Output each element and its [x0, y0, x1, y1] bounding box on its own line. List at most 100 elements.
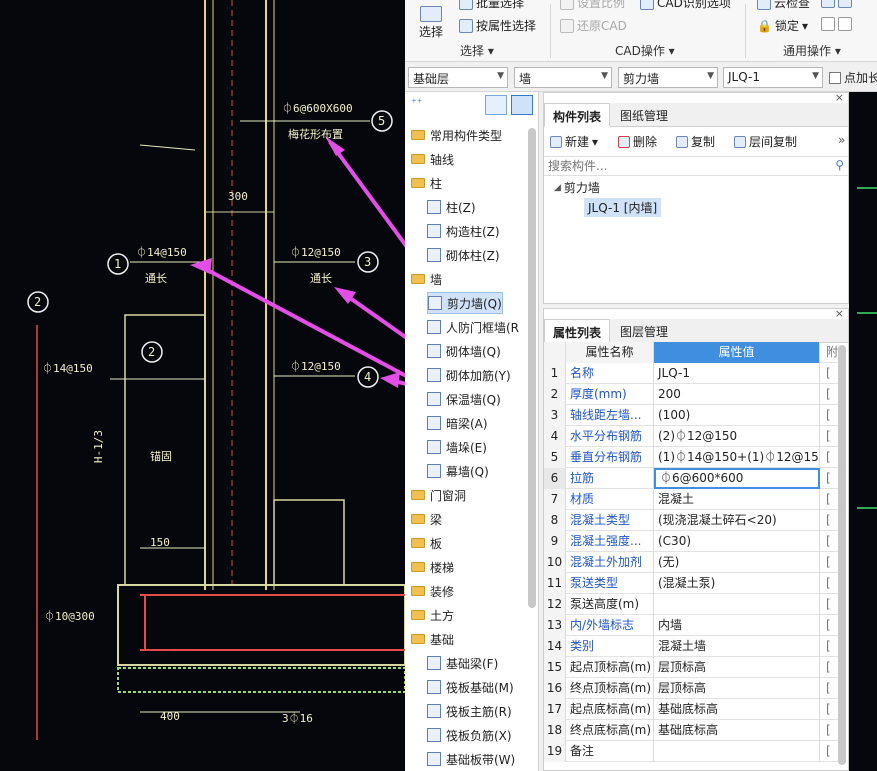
select-button[interactable]: 选择 [419, 6, 443, 40]
tree-item[interactable]: 板 [411, 532, 442, 554]
property-value[interactable]: (无) [654, 552, 820, 573]
tree-item[interactable]: 砌体柱(Z) [427, 244, 500, 266]
tree-item[interactable]: 筏板主筋(R) [427, 700, 512, 722]
table-row[interactable]: 18 终点底标高(m) 基础底标高[ [544, 720, 840, 741]
table-row[interactable]: 7 材质 混凝土[ [544, 489, 840, 510]
property-value[interactable]: (混凝土泵) [654, 573, 820, 594]
card-view-icon[interactable] [511, 95, 533, 115]
tree-item[interactable]: 筏板基础(M) [427, 676, 514, 698]
table-row[interactable]: 15 起点顶标高(m) 层顶标高[ [544, 657, 840, 678]
tab-component-list[interactable]: 构件列表 [544, 103, 611, 127]
component-item-jlq1[interactable]: JLQ-1 [内墙] [584, 198, 662, 217]
property-value[interactable]: (100) [654, 405, 820, 426]
table-row[interactable]: 6 拉筋 ⏀6@600*600[ [544, 468, 840, 489]
tree-item[interactable]: 幕墙(Q) [427, 460, 489, 482]
attach-checkbox[interactable]: [ [820, 636, 840, 657]
tree-item[interactable]: 人防门框墙(R [427, 316, 519, 338]
table-row[interactable]: 13 内/外墙标志 内墙[ [544, 615, 840, 636]
attach-checkbox[interactable]: [ [820, 615, 840, 636]
attach-checkbox[interactable]: [ [820, 720, 840, 741]
tab-property-list[interactable]: 属性列表 [544, 319, 611, 343]
tree-item[interactable]: 基础梁(F) [427, 652, 498, 674]
attach-checkbox[interactable]: [ [820, 678, 840, 699]
tree-item[interactable]: 梁 [411, 508, 442, 530]
attach-checkbox[interactable]: [ [820, 552, 840, 573]
tree-item[interactable]: 砌体加筋(Y) [427, 364, 511, 386]
property-value[interactable] [654, 594, 820, 615]
attach-checkbox[interactable]: [ [820, 447, 840, 468]
more-icon[interactable]: » [838, 133, 845, 147]
table-row[interactable]: 1 名称 JLQ-1[ [544, 363, 840, 384]
attach-checkbox[interactable]: [ [820, 531, 840, 552]
tree-item[interactable]: 轴线 [411, 148, 454, 170]
list-view-icon[interactable] [485, 95, 507, 115]
attach-checkbox[interactable]: [ [820, 594, 840, 615]
attach-checkbox[interactable]: [ [820, 510, 840, 531]
component-search-input[interactable] [544, 157, 824, 175]
attach-checkbox[interactable]: [ [820, 657, 840, 678]
property-scrollbar[interactable] [838, 345, 846, 765]
table-row[interactable]: 12 泵送高度(m) [ [544, 594, 840, 615]
tree-item[interactable]: 暗梁(A) [427, 412, 488, 434]
tree-item[interactable]: 保温墙(Q) [427, 388, 501, 410]
floor-copy-button[interactable]: 层间复制 [734, 133, 797, 150]
attach-checkbox[interactable]: [ [820, 489, 840, 510]
cad-options-button[interactable]: CAD识别选项 [640, 0, 731, 11]
tree-item[interactable]: 门窗洞 [411, 484, 466, 506]
category-select[interactable]: 墙 ▼ [514, 67, 612, 88]
tree-item[interactable]: 墙垛(E) [427, 436, 487, 458]
point-extend-checkbox[interactable]: 点加长 [829, 69, 877, 86]
attach-checkbox[interactable]: [ [820, 405, 840, 426]
tree-item[interactable]: 土方 [411, 604, 454, 626]
tree-scrollbar[interactable] [528, 128, 536, 608]
property-value[interactable]: (C30) [654, 531, 820, 552]
table-row[interactable]: 9 混凝土强度... (C30)[ [544, 531, 840, 552]
tree-item[interactable]: 楼梯 [411, 556, 454, 578]
property-value[interactable]: 混凝土墙 [654, 636, 820, 657]
cloud-check-button[interactable]: 云检查 [757, 0, 810, 11]
set-ratio-button[interactable]: 设置比例 [560, 0, 625, 11]
table-row[interactable]: 2 厚度(mm) 200[ [544, 384, 840, 405]
table-row[interactable]: 5 垂直分布钢筋 (1)⏀14@150+(1)⏀12@150[ [544, 447, 840, 468]
pin-icon[interactable]: ⁺⁺ [411, 96, 423, 109]
lock-button[interactable]: 🔒 锁定 ▾ [757, 17, 808, 34]
tree-item[interactable]: 常用构件类型 [411, 124, 502, 146]
property-value[interactable]: (2)⏀12@150 [654, 426, 820, 447]
property-value[interactable]: 200 [654, 384, 820, 405]
delete-button[interactable]: 删除 [618, 133, 657, 150]
table-row[interactable]: 16 终点顶标高(m) 层顶标高[ [544, 678, 840, 699]
table-row[interactable]: 8 混凝土类型 (现浇混凝土碎石<20)[ [544, 510, 840, 531]
table-row[interactable]: 19 备注 [ [544, 741, 840, 762]
attach-checkbox[interactable]: [ [820, 573, 840, 594]
tree-item[interactable]: 剪力墙(Q) [427, 292, 503, 314]
new-button[interactable]: 新建 ▾ [550, 133, 598, 150]
property-value[interactable]: JLQ-1 [654, 363, 820, 384]
attach-checkbox[interactable]: [ [820, 741, 840, 762]
tree-item[interactable]: 基础板带(W) [427, 748, 515, 770]
table-row[interactable]: 10 混凝土外加剂 (无)[ [544, 552, 840, 573]
restore-cad-button[interactable]: 还原CAD [560, 17, 627, 34]
property-value[interactable]: (现浇混凝土碎石<20) [654, 510, 820, 531]
table-row[interactable]: 17 起点底标高(m) 基础底标高[ [544, 699, 840, 720]
tree-group-shear-wall[interactable]: ◢ 剪力墙 [554, 179, 600, 196]
attr-select-button[interactable]: 按属性选择 [459, 17, 536, 34]
property-value[interactable] [654, 741, 820, 762]
tree-item[interactable]: 墙 [411, 268, 442, 290]
batch-select-button[interactable]: 批量选择 [459, 0, 524, 11]
table-row[interactable]: 11 泵送类型 (混凝土泵)[ [544, 573, 840, 594]
tree-item[interactable]: 柱 [411, 172, 442, 194]
property-value[interactable]: 混凝土 [654, 489, 820, 510]
attach-checkbox[interactable]: [ [820, 468, 840, 489]
cad-drawing-canvas[interactable]: ⏀6@600X600 梅花形布置 300 ⏀14@150 ⏀12@150 ⏀12… [0, 0, 405, 771]
attach-checkbox[interactable]: [ [820, 426, 840, 447]
tree-item[interactable]: 基础 [411, 628, 454, 650]
filter-button[interactable] [821, 17, 852, 31]
tree-item[interactable]: 装修 [411, 580, 454, 602]
property-value[interactable]: 层顶标高 [654, 678, 820, 699]
tree-item[interactable]: 筏板负筋(X) [427, 724, 512, 746]
component-select[interactable]: JLQ-1 ▼ [723, 67, 823, 88]
property-value[interactable]: 层顶标高 [654, 657, 820, 678]
table-row[interactable]: 3 轴线距左墙... (100)[ [544, 405, 840, 426]
tree-item[interactable]: 砌体墙(Q) [427, 340, 501, 362]
table-row[interactable]: 4 水平分布钢筋 (2)⏀12@150[ [544, 426, 840, 447]
